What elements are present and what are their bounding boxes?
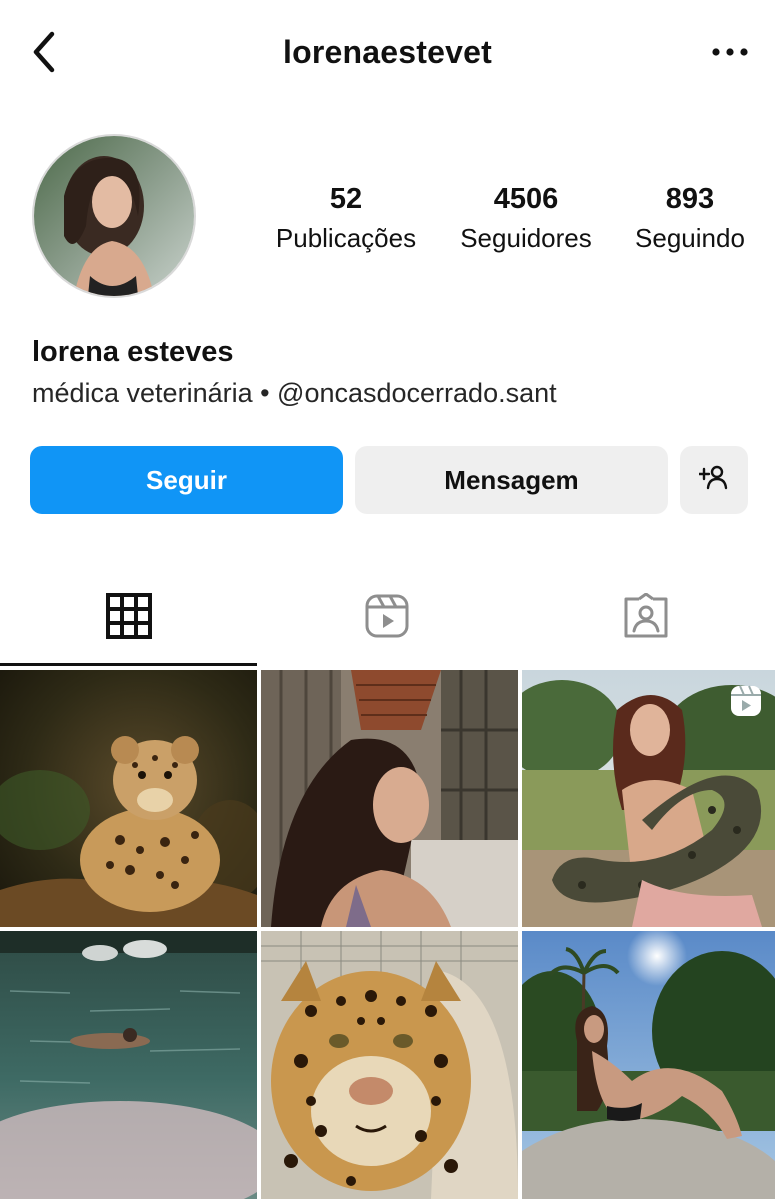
post-thumbnail[interactable] xyxy=(0,931,257,1199)
reel-badge-icon xyxy=(729,684,763,718)
add-person-icon xyxy=(697,464,729,497)
profile-bio: médica veterinária • @oncasdocerrado.san… xyxy=(32,378,557,408)
reels-icon xyxy=(364,593,410,644)
stat-posts[interactable]: 52 Publicações xyxy=(262,182,430,256)
profile-header: lorenaestevet xyxy=(0,0,775,104)
post-thumbnail[interactable] xyxy=(261,931,518,1199)
followers-count: 4506 xyxy=(493,183,559,215)
post-thumbnail[interactable] xyxy=(522,931,775,1199)
profile-tabs xyxy=(0,570,775,670)
profile-full-name: lorena esteves xyxy=(32,336,234,368)
profile-username: lorenaestevet xyxy=(283,34,492,70)
follow-button[interactable]: Seguir xyxy=(30,446,343,514)
post-thumbnail[interactable] xyxy=(522,670,775,927)
stat-followers[interactable]: 4506 Seguidores xyxy=(448,182,604,256)
tab-grid[interactable] xyxy=(0,570,258,666)
posts-label: Publicações xyxy=(275,223,417,253)
post-thumbnail[interactable] xyxy=(0,670,257,927)
followers-label: Seguidores xyxy=(460,223,592,253)
suggest-users-button[interactable] xyxy=(680,446,748,514)
tab-reels[interactable] xyxy=(258,570,516,666)
following-label: Seguindo xyxy=(635,223,745,253)
grid-icon xyxy=(106,592,152,644)
message-button[interactable]: Mensagem xyxy=(355,446,668,514)
following-count: 893 xyxy=(665,183,715,215)
ellipsis-icon[interactable] xyxy=(710,42,750,62)
stat-following[interactable]: 893 Seguindo xyxy=(622,182,758,256)
tagged-person-icon xyxy=(623,592,669,644)
post-thumbnail[interactable] xyxy=(261,670,518,927)
active-tab-indicator xyxy=(0,663,257,666)
tab-tagged[interactable] xyxy=(517,570,775,666)
avatar[interactable] xyxy=(32,134,196,298)
posts-grid xyxy=(0,670,775,1199)
posts-count: 52 xyxy=(329,183,363,215)
